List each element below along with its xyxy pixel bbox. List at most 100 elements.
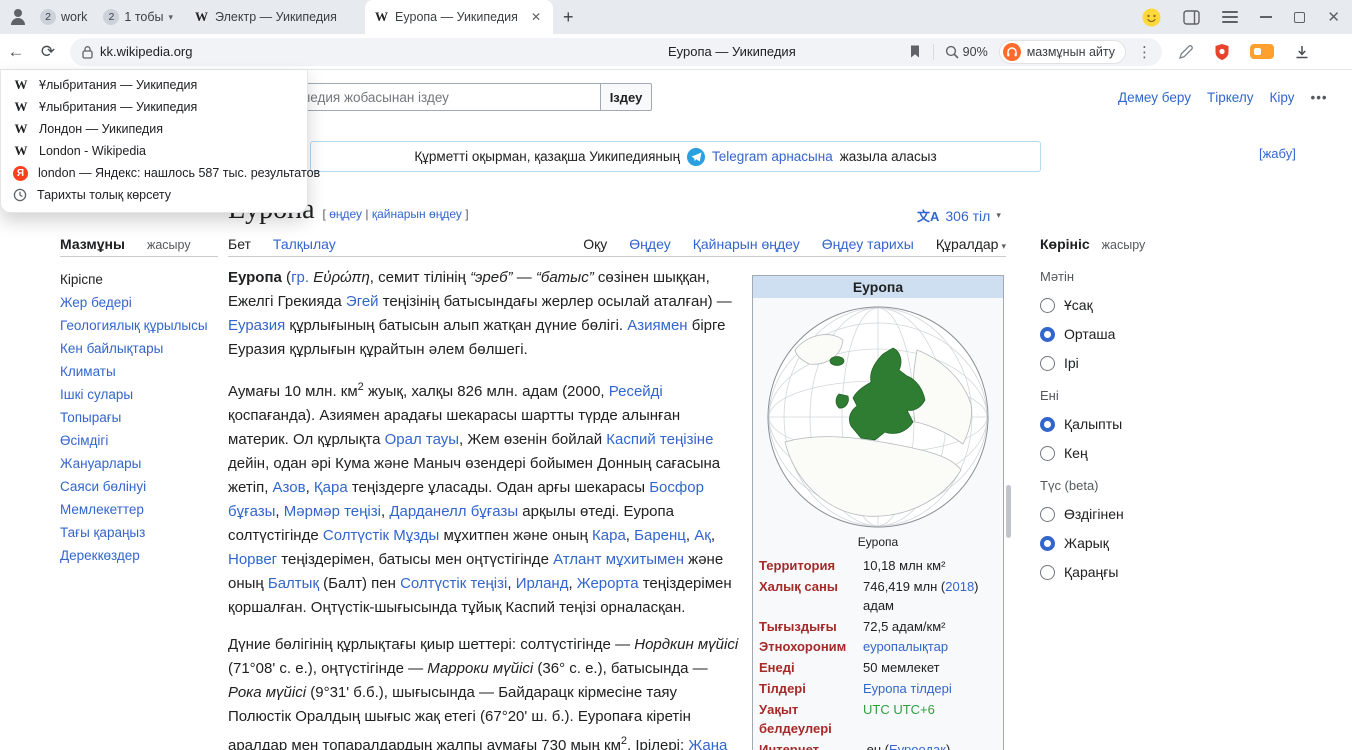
- tab-electr-wikipedia[interactable]: W Электр — Уикипедия: [185, 0, 361, 34]
- infobox-image[interactable]: [753, 298, 1003, 535]
- radio-option-large[interactable]: Ірі: [1040, 355, 1192, 371]
- text-link[interactable]: Дарданелл бұғазы: [389, 503, 518, 520]
- text-link[interactable]: Эгей: [346, 293, 379, 310]
- text-link[interactable]: Атлант мұхитымен: [553, 551, 684, 568]
- pen-icon[interactable]: [1178, 44, 1194, 60]
- text-link[interactable]: қайнарын өңдеу: [372, 207, 462, 221]
- minimize-icon[interactable]: [1260, 16, 1272, 18]
- text-link[interactable]: Ақ: [694, 527, 711, 544]
- side-panel-icon[interactable]: [1183, 10, 1200, 25]
- text-link[interactable]: гр.: [291, 269, 309, 286]
- tab-history[interactable]: Өңдеу тарихы: [822, 236, 914, 256]
- tab-edit-source[interactable]: Қайнарын өңдеу: [693, 236, 800, 256]
- europe-globe-image: [765, 304, 991, 530]
- tab-europa-wikipedia[interactable]: W Еуропа — Уикипедия ✕: [365, 0, 553, 34]
- text-link[interactable]: 2018: [945, 579, 974, 594]
- bookmark-icon[interactable]: [908, 44, 922, 59]
- back-icon[interactable]: ←: [0, 42, 32, 62]
- toc-item[interactable]: Топырағы: [60, 406, 218, 429]
- content-scrollbar[interactable]: [1006, 485, 1011, 538]
- extension-icon[interactable]: [1250, 44, 1274, 59]
- toc-item[interactable]: Мемлекеттер: [60, 498, 218, 521]
- zoom-control[interactable]: 90%: [945, 45, 988, 59]
- smiley-icon[interactable]: [1142, 8, 1161, 27]
- toc-item[interactable]: Өсімдігі: [60, 429, 218, 452]
- text-link[interactable]: өңдеу: [329, 207, 362, 221]
- text-link[interactable]: Азов: [273, 479, 306, 496]
- banner-close-link[interactable]: [жабу]: [1259, 146, 1296, 161]
- new-tab-button[interactable]: +: [553, 7, 584, 28]
- tab-tools[interactable]: Құралдар▾: [936, 236, 1006, 256]
- suggestion-item[interactable]: W Лондон — Уикипедия: [1, 118, 307, 140]
- radio-option-small[interactable]: Ұсақ: [1040, 297, 1192, 313]
- telegram-channel-link[interactable]: Telegram арнасына: [712, 149, 833, 164]
- suggestion-item-yandex[interactable]: Я london — Яндекс: нашлось 587 тыс. резу…: [1, 162, 307, 184]
- register-link[interactable]: Тіркелу: [1207, 90, 1254, 105]
- text-link[interactable]: Жерорта: [577, 575, 639, 592]
- radio-option-medium[interactable]: Орташа: [1040, 326, 1192, 342]
- text-link[interactable]: Еуроодақ: [889, 742, 946, 750]
- suggestion-item[interactable]: W Ұлыбритания — Уикипедия: [1, 96, 307, 118]
- read-aloud-button[interactable]: мазмұнын айту: [999, 40, 1126, 64]
- suggestion-show-history[interactable]: Тарихты толық көрсету: [1, 184, 307, 206]
- toc-item[interactable]: Кіріспе: [60, 268, 218, 291]
- radio-option-automatic[interactable]: Өздігінен: [1040, 506, 1192, 522]
- more-menu-icon[interactable]: •••: [1310, 90, 1327, 105]
- tab-page[interactable]: Бет: [228, 236, 251, 256]
- toc-hide-button[interactable]: жасыру: [147, 238, 191, 252]
- kebab-menu-icon[interactable]: ⋮: [1137, 43, 1152, 61]
- reload-icon[interactable]: ⟳: [32, 42, 64, 62]
- toc-item[interactable]: Дереккөздер: [60, 544, 218, 567]
- adblock-shield-icon[interactable]: [1214, 43, 1230, 61]
- profile-icon[interactable]: [8, 7, 28, 27]
- text-link[interactable]: Ирланд: [516, 575, 569, 592]
- donate-link[interactable]: Демеу беру: [1118, 90, 1191, 105]
- toc-item[interactable]: Кен байлықтары: [60, 337, 218, 360]
- tab-group-work[interactable]: 2 work: [32, 0, 95, 34]
- text-link[interactable]: Мәрмәр теңізі: [284, 503, 381, 520]
- tab-group-1toby[interactable]: 2 1 тобы ▾: [95, 0, 181, 34]
- text-link[interactable]: Еуропа тілдері: [863, 681, 952, 696]
- toc-item[interactable]: Жануарлары: [60, 452, 218, 475]
- radio-option-wide[interactable]: Кең: [1040, 445, 1192, 461]
- text-link[interactable]: Каспий теңізіне: [606, 431, 713, 448]
- radio-option-light[interactable]: Жарық: [1040, 535, 1192, 551]
- menu-icon[interactable]: [1222, 11, 1238, 23]
- toc-item[interactable]: Саяси бөлінуі: [60, 475, 218, 498]
- text-link[interactable]: Еуразия: [228, 317, 285, 334]
- text-link[interactable]: Солтүстік Мұзды: [323, 527, 439, 544]
- toc-item[interactable]: Геологиялық құрылысы: [60, 314, 218, 337]
- text-link[interactable]: Қара: [314, 479, 348, 496]
- language-selector-button[interactable]: 文A 306 тіл ▾: [917, 206, 1001, 225]
- radio-option-standard[interactable]: Қалыпты: [1040, 416, 1192, 432]
- text-link[interactable]: Азиямен: [627, 317, 687, 334]
- downloads-icon[interactable]: [1294, 44, 1310, 60]
- text-link[interactable]: Орал тауы: [385, 431, 459, 448]
- toc-item[interactable]: Климаты: [60, 360, 218, 383]
- lock-icon[interactable]: [82, 45, 93, 59]
- text-link[interactable]: Кара: [592, 527, 626, 544]
- appearance-hide-button[interactable]: жасыру: [1102, 238, 1146, 252]
- radio-option-dark[interactable]: Қараңғы: [1040, 564, 1192, 580]
- suggestion-item[interactable]: W London - Wikipedia: [1, 140, 307, 162]
- toc-item[interactable]: Жер бедері: [60, 291, 218, 314]
- tab-group-label: 1 тобы: [124, 10, 163, 24]
- text-link[interactable]: Ресейді: [609, 383, 663, 400]
- text-link[interactable]: еуропалықтар: [863, 639, 948, 654]
- address-bar[interactable]: kk.wikipedia.org Еуропа — Уикипедия 90%: [70, 38, 1162, 66]
- tab-read[interactable]: Оқу: [583, 236, 607, 256]
- close-window-icon[interactable]: ✕: [1327, 10, 1340, 25]
- text-link[interactable]: Баренц: [634, 527, 686, 544]
- tab-talk[interactable]: Талқылау: [273, 236, 336, 256]
- text-link[interactable]: Балтық: [268, 575, 319, 592]
- suggestion-item[interactable]: W Ұлыбритания — Уикипедия: [1, 74, 307, 96]
- login-link[interactable]: Кіру: [1269, 90, 1294, 105]
- maximize-icon[interactable]: [1294, 12, 1305, 23]
- tab-close-icon[interactable]: ✕: [529, 10, 543, 24]
- tab-edit[interactable]: Өңдеу: [629, 236, 670, 256]
- toc-item[interactable]: Ішкі сулары: [60, 383, 218, 406]
- wiki-search-button[interactable]: Іздеу: [600, 83, 652, 111]
- text-link[interactable]: Солтүстік теңізі: [400, 575, 507, 592]
- toc-item[interactable]: Тағы қараңыз: [60, 521, 218, 544]
- text-link[interactable]: Норвег: [228, 551, 277, 568]
